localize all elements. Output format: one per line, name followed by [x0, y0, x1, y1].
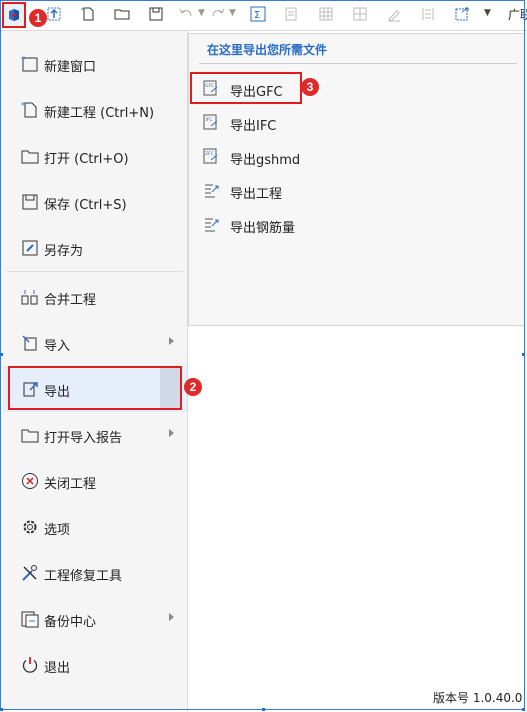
resize-handle-bottom-left[interactable]	[0, 708, 3, 711]
resize-handle-bottom-right[interactable]	[522, 708, 525, 711]
resize-handle-right[interactable]	[522, 353, 525, 356]
resize-handle-left[interactable]	[0, 353, 3, 356]
resize-handle-bottom[interactable]	[262, 708, 265, 711]
window-frame	[0, 0, 525, 710]
